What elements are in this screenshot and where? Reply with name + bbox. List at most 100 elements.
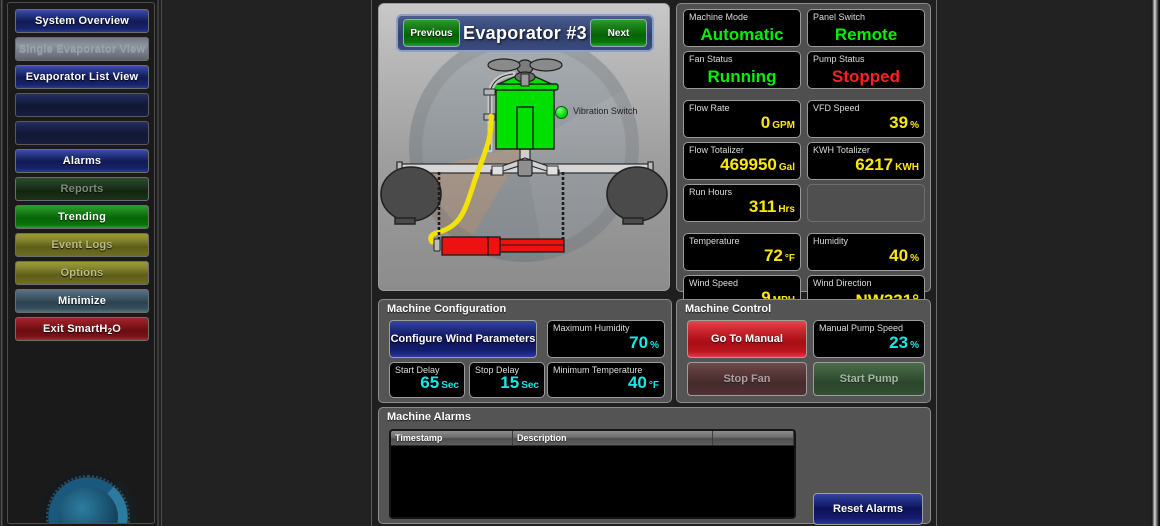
status-value-flow-rate: 0 GPM	[760, 113, 795, 132]
machine-configuration-panel: Machine Configuration Configure Wind Par…	[378, 299, 672, 403]
status-label-wind-speed: Wind Speed	[689, 278, 739, 288]
company-logo	[40, 469, 136, 523]
status-value-run-hours: 311 Hrs	[748, 197, 795, 216]
machine-control-panel: Machine Control Go To Manual Manual Pump…	[676, 299, 931, 403]
sidebar-item-reports: Reports	[15, 177, 149, 201]
status-label-kwh-totalizer: KWH Totalizer	[813, 145, 870, 155]
status-label-temperature: Temperature	[689, 236, 740, 246]
stop-delay-value: 15 Sec	[500, 373, 539, 392]
status-box-panel-switch[interactable]: Panel Switch Remote	[807, 9, 925, 47]
start-delay-field[interactable]: Start Delay 65 Sec	[389, 362, 465, 398]
start-delay-value: 65 Sec	[420, 373, 459, 392]
sidebar-item-minimize[interactable]: Minimize	[15, 289, 149, 313]
stop-delay-field[interactable]: Stop Delay 15 Sec	[469, 362, 545, 398]
vibration-switch-label: Vibration Switch	[573, 106, 638, 116]
alarm-table-body	[391, 446, 794, 517]
status-value-vfd-speed: 39%	[889, 113, 919, 132]
start-pump-button: Start Pump	[813, 362, 925, 396]
sidebar-item-alarms[interactable]: Alarms	[15, 149, 149, 173]
sidebar-item-trending[interactable]: Trending	[15, 205, 149, 229]
status-value-pump-status: Stopped	[832, 67, 900, 86]
sidebar-item-single-evaporator-view: Single Evaporator View	[15, 37, 149, 61]
minimum-temperature-value: 40 °F	[627, 373, 659, 392]
sidebar-item-options: Options	[15, 261, 149, 285]
status-row: Flow Totalizer 469950 Gal KWH Totalizer 6217…	[683, 142, 926, 180]
background-panel-right	[936, 0, 1151, 526]
status-box-machine-mode[interactable]: Machine Mode Automatic	[683, 9, 801, 47]
status-label-wind-direction: Wind Direction	[813, 278, 872, 288]
status-label-humidity: Humidity	[813, 236, 849, 246]
status-box-vfd-speed[interactable]: VFD Speed 39%	[807, 100, 925, 138]
sidebar-item-exit-smarth2o[interactable]: Exit SmartH 2 O	[15, 317, 149, 341]
machine-control-title: Machine Control	[685, 303, 772, 315]
configure-wind-parameters-button[interactable]: Configure Wind Parameters	[389, 320, 537, 358]
status-label-pump-status: Pump Status	[813, 54, 865, 64]
alarm-column-description[interactable]: Description	[513, 431, 713, 445]
status-row: Fan Status Running Pump Status Stopped	[683, 51, 926, 89]
status-value-fan-status: Running	[707, 67, 777, 86]
sidebar: System Overview Single Evaporator View Eva…	[4, 0, 159, 526]
next-evaporator-button[interactable]: Next	[590, 19, 647, 47]
machine-alarms-title: Machine Alarms	[387, 411, 471, 423]
status-box-humidity[interactable]: Humidity 40%	[807, 233, 925, 271]
evaporator-svg	[380, 58, 668, 256]
sidebar-button-list: System Overview Single Evaporator View Eva…	[15, 9, 149, 345]
alarm-table[interactable]: Timestamp Description	[389, 429, 796, 519]
status-box-flow-rate[interactable]: Flow Rate 0 GPM	[683, 100, 801, 138]
vibration-switch-indicator-icon	[555, 106, 568, 119]
maximum-humidity-field[interactable]: Maximum Humidity 70%	[547, 320, 665, 358]
evaporator-diagram: Vibration Switch	[379, 54, 669, 290]
status-label-machine-mode: Machine Mode	[689, 12, 749, 22]
status-label-run-hours: Run Hours	[689, 187, 733, 197]
go-to-manual-button[interactable]: Go To Manual	[687, 320, 807, 358]
machine-configuration-title: Machine Configuration	[387, 303, 507, 315]
status-box-flow-totalizer[interactable]: Flow Totalizer 469950 Gal	[683, 142, 801, 180]
minimum-temperature-field[interactable]: Minimum Temperature 40 °F	[547, 362, 665, 398]
sidebar-frame: System Overview Single Evaporator View Eva…	[7, 2, 155, 524]
status-row: Temperature 72 °F Humidity 40%	[683, 233, 926, 271]
machine-status-panel: Machine Mode Automatic Panel Switch Remote F…	[676, 3, 931, 313]
status-value-machine-mode: Automatic	[700, 25, 784, 44]
maximum-humidity-value: 70%	[629, 333, 659, 352]
status-box-pump-status[interactable]: Pump Status Stopped	[807, 51, 925, 89]
status-box-kwh-totalizer[interactable]: KWH Totalizer 6217 KWH	[807, 142, 925, 180]
status-value-humidity: 40%	[889, 246, 919, 265]
sidebar-item-blank-4	[15, 121, 149, 145]
manual-pump-speed-label: Manual Pump Speed	[819, 323, 904, 333]
alarm-column-timestamp[interactable]: Timestamp	[391, 431, 513, 445]
status-label-flow-rate: Flow Rate	[689, 103, 730, 113]
status-row: Run Hours 311 Hrs	[683, 184, 926, 222]
status-label-flow-totalizer: Flow Totalizer	[689, 145, 744, 155]
status-value-kwh-totalizer: 6217 KWH	[855, 155, 919, 174]
evaporator-title: Evaporator #3	[463, 22, 587, 43]
status-row: Machine Mode Automatic Panel Switch Remote	[683, 9, 926, 47]
machine-alarms-panel: Machine Alarms Timestamp Description Res…	[378, 407, 931, 525]
alarm-table-header: Timestamp Description	[391, 431, 794, 446]
sidebar-item-system-overview[interactable]: System Overview	[15, 9, 149, 33]
hmi-screen: System Overview Single Evaporator View Eva…	[0, 0, 1160, 526]
status-label-panel-switch: Panel Switch	[813, 12, 866, 22]
status-box-empty	[807, 184, 925, 222]
background-panel-left	[161, 0, 372, 526]
sidebar-item-evaporator-list-view[interactable]: Evaporator List View	[15, 65, 149, 89]
stop-fan-button: Stop Fan	[687, 362, 807, 396]
evaporator-graphic-panel: Previous Evaporator #3 Next Vibration Sw…	[378, 3, 670, 291]
manual-pump-speed-value: 23%	[889, 333, 919, 352]
status-label-fan-status: Fan Status	[689, 54, 733, 64]
status-readout-grid: Machine Mode Automatic Panel Switch Remote F…	[683, 9, 926, 317]
previous-evaporator-button[interactable]: Previous	[403, 19, 460, 47]
status-value-flow-totalizer: 469950 Gal	[720, 155, 795, 174]
evaporator-navigation-header: Previous Evaporator #3 Next	[396, 14, 654, 52]
alarm-column-extra[interactable]	[713, 431, 794, 445]
sidebar-item-event-logs: Event Logs	[15, 233, 149, 257]
manual-pump-speed-field[interactable]: Manual Pump Speed 23%	[813, 320, 925, 358]
reset-alarms-button[interactable]: Reset Alarms	[813, 493, 923, 525]
status-value-panel-switch: Remote	[834, 25, 898, 44]
status-box-fan-status[interactable]: Fan Status Running	[683, 51, 801, 89]
status-box-temperature[interactable]: Temperature 72 °F	[683, 233, 801, 271]
status-box-run-hours[interactable]: Run Hours 311 Hrs	[683, 184, 801, 222]
status-row: Flow Rate 0 GPM VFD Speed 39%	[683, 100, 926, 138]
sidebar-item-blank-3	[15, 93, 149, 117]
window-right-border	[1151, 0, 1160, 526]
status-label-vfd-speed: VFD Speed	[813, 103, 860, 113]
